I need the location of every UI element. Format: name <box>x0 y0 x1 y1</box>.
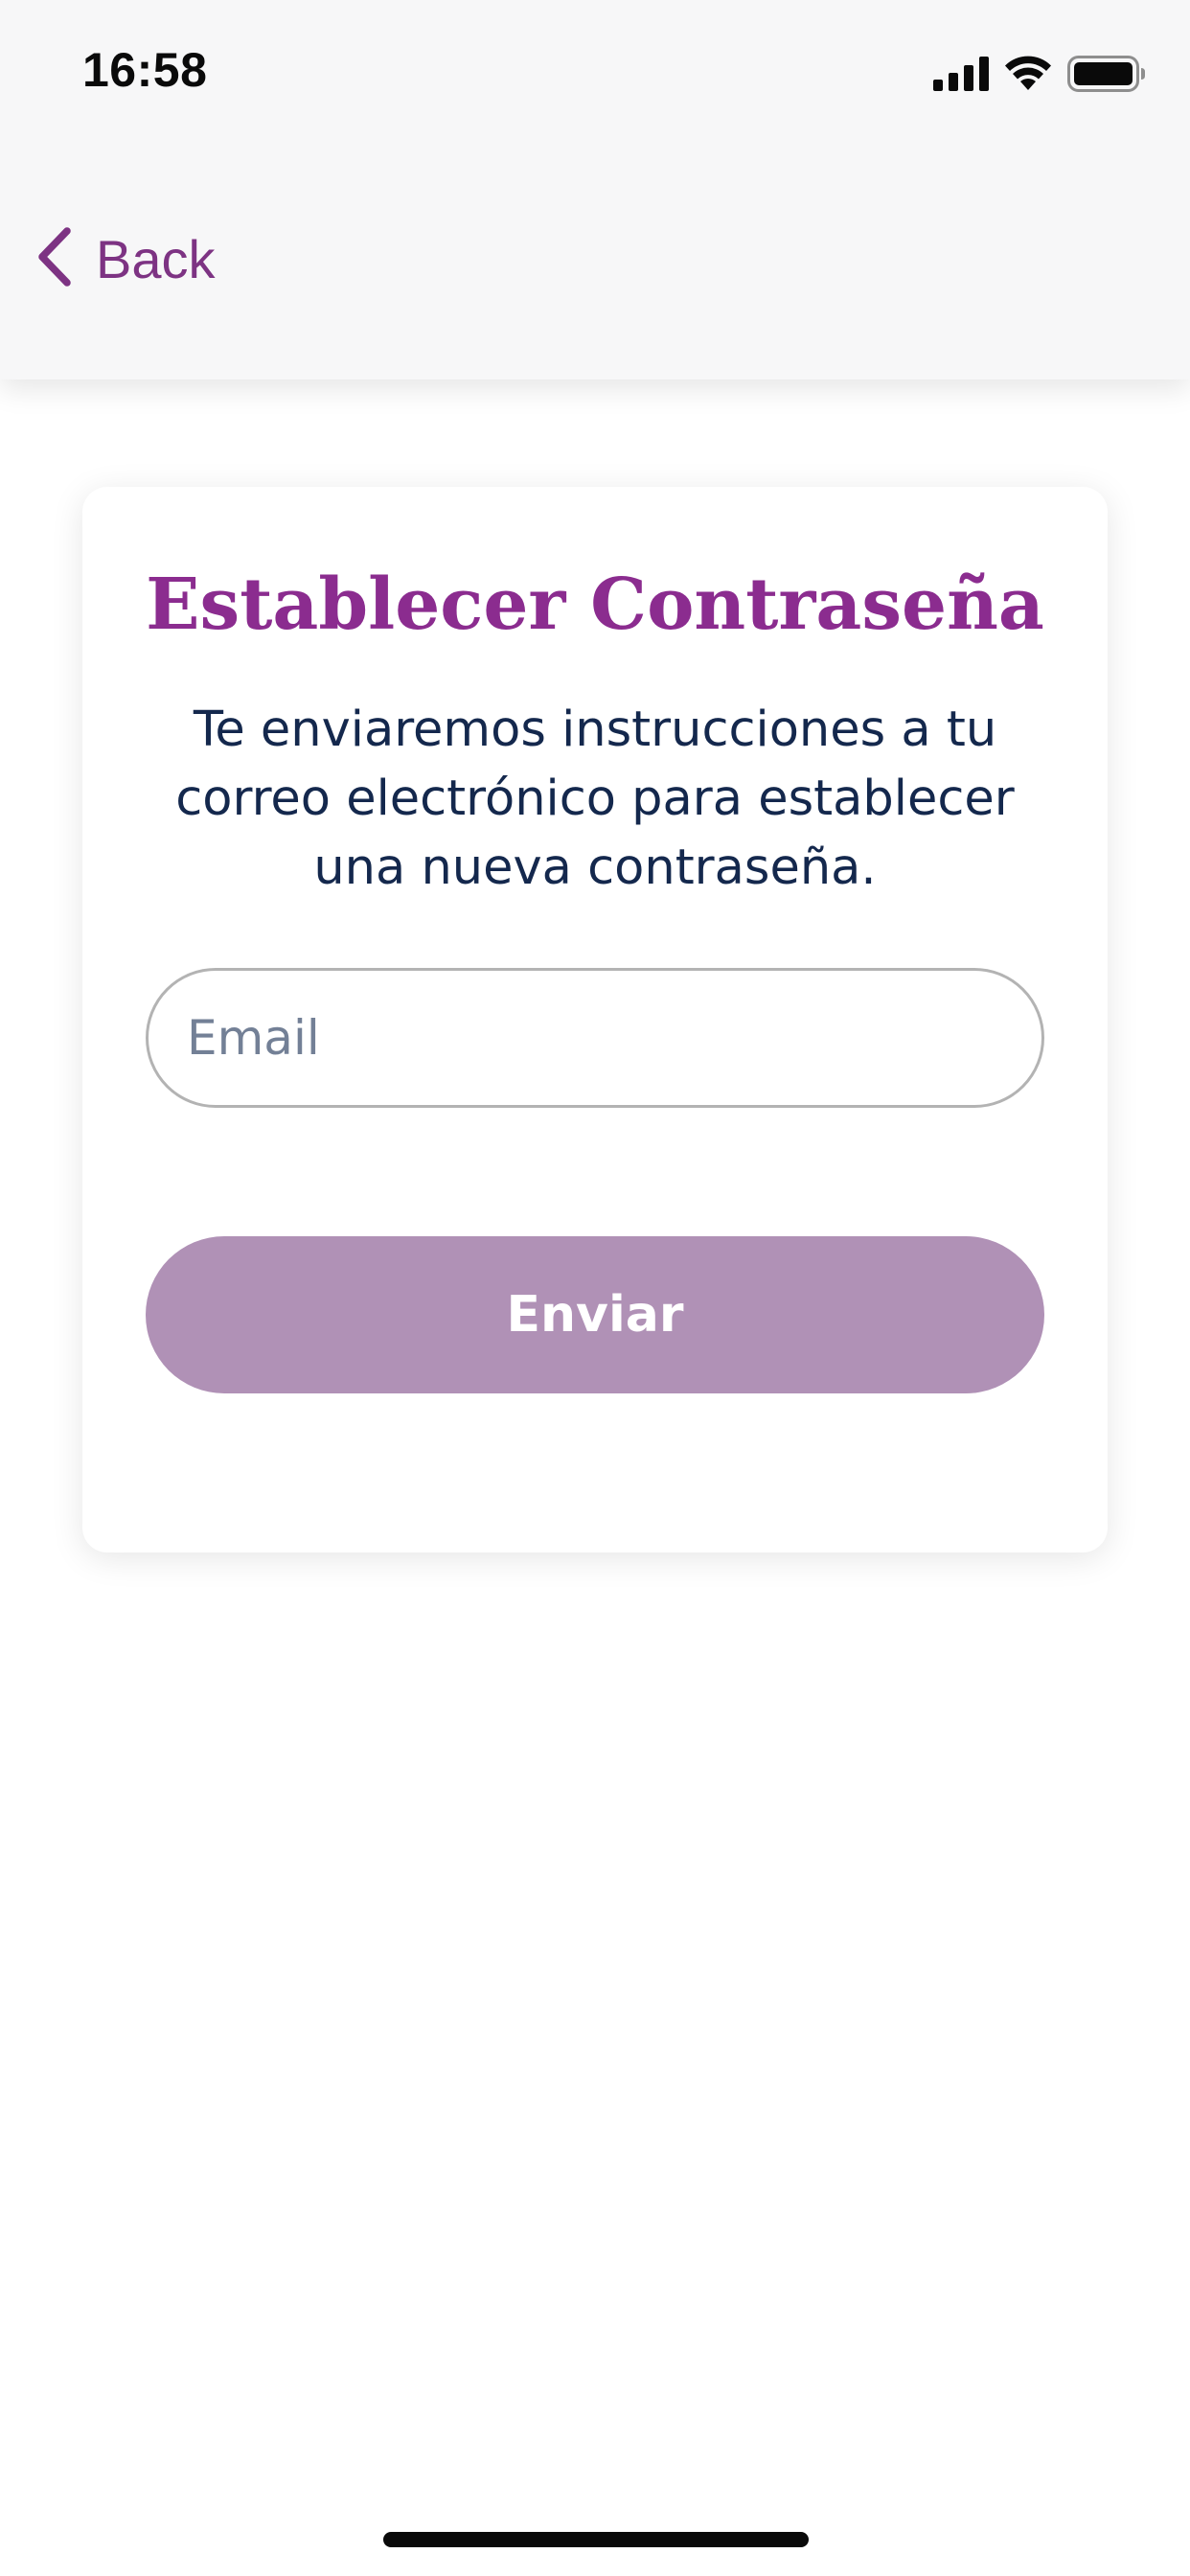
reset-password-card: Establecer Contraseña Te enviaremos inst… <box>82 487 1108 1552</box>
chevron-left-icon <box>34 225 75 292</box>
email-input[interactable] <box>187 1010 1041 1066</box>
status-icons <box>933 50 1146 98</box>
battery-icon <box>1067 56 1146 92</box>
wifi-icon <box>1004 56 1052 92</box>
home-indicator[interactable] <box>383 2532 809 2547</box>
navigation-header: 16:58 Back <box>0 0 1190 380</box>
set-password-screen: 16:58 Back Establecer Contraseña Te envi… <box>0 0 1190 2576</box>
page-title: Establecer Contraseña <box>146 564 1044 646</box>
instructions-text: Te enviaremos instrucciones a tu correo … <box>175 702 1015 896</box>
back-button[interactable]: Back <box>34 218 216 299</box>
status-time: 16:58 <box>82 43 208 97</box>
email-field[interactable] <box>146 968 1044 1108</box>
back-label: Back <box>96 228 216 289</box>
cellular-signal-icon <box>933 57 989 91</box>
send-button[interactable]: Enviar <box>146 1236 1044 1393</box>
status-bar: 16:58 <box>0 0 1190 144</box>
